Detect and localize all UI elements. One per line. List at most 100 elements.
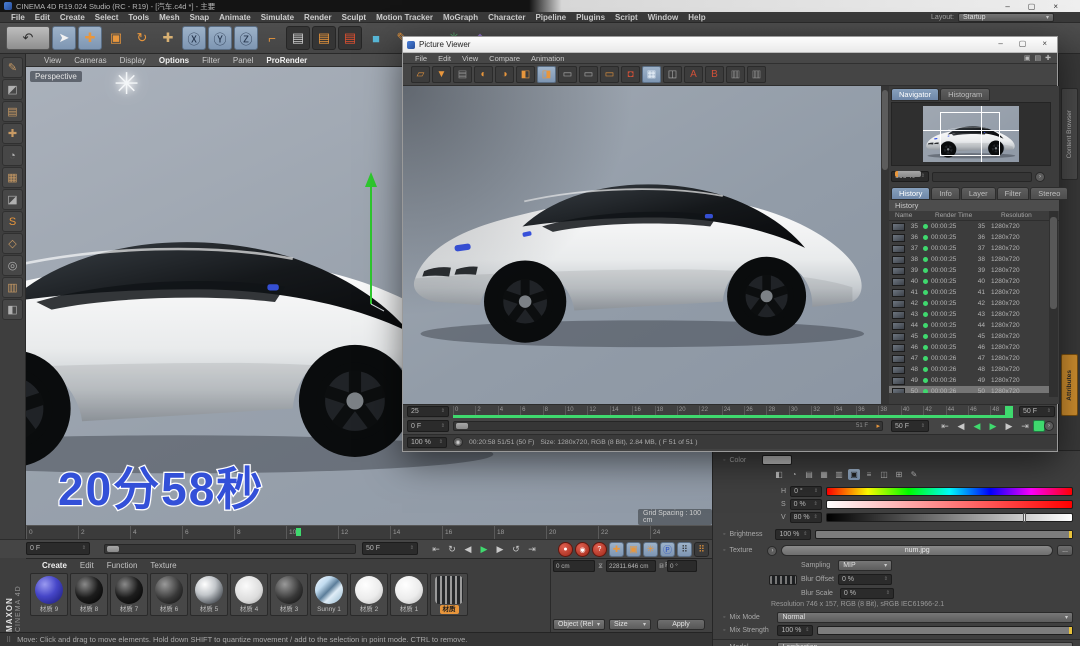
material-tile[interactable]: 材质 4 bbox=[230, 573, 268, 616]
mix-mode-dropdown[interactable]: Normal▾ bbox=[777, 612, 1073, 623]
pv-menu-item[interactable]: Edit bbox=[438, 54, 451, 63]
keyframe-button[interactable]: ⠿ bbox=[677, 542, 692, 557]
scrollbar-thumb[interactable] bbox=[882, 90, 888, 170]
pv-toolbar-icon[interactable]: ▭ bbox=[600, 66, 619, 83]
stepper-icon[interactable]: ⇕ bbox=[441, 406, 445, 417]
texture-file-button[interactable]: num.jpg bbox=[781, 545, 1053, 556]
menu-item[interactable]: File bbox=[6, 13, 30, 22]
history-row[interactable]: 46 00:00:25 46 1280x720 bbox=[889, 342, 1049, 353]
palette-icon[interactable]: ▦ bbox=[2, 167, 23, 188]
brightness-field[interactable]: 100 %⇕ bbox=[775, 529, 811, 540]
rendered-image-view[interactable] bbox=[403, 86, 881, 404]
pv-scrubber-handle[interactable] bbox=[456, 423, 468, 429]
viewport-menu-item[interactable]: Panel bbox=[233, 56, 253, 65]
pv-toolbar-icon[interactable]: ▥ bbox=[747, 66, 766, 83]
history-row[interactable]: 41 00:00:25 41 1280x720 bbox=[889, 287, 1049, 298]
material-tile[interactable]: 材质 8 bbox=[70, 573, 108, 616]
content-browser-tab[interactable]: Content Browser bbox=[1061, 88, 1078, 180]
toolbar-icon[interactable]: Ⓩ bbox=[234, 26, 258, 50]
history-scrollbar[interactable] bbox=[1049, 211, 1058, 397]
scrubber-handle[interactable] bbox=[107, 546, 119, 552]
brightness-slider[interactable] bbox=[815, 530, 1073, 539]
history-row[interactable]: 47 00:00:26 47 1280x720 bbox=[889, 353, 1049, 364]
playback-button[interactable]: ↺ bbox=[508, 542, 524, 557]
pv-end-frame-field[interactable]: 50 F⇕ bbox=[1019, 406, 1055, 417]
pv-total-frame-field[interactable]: 50 F⇕ bbox=[891, 420, 929, 432]
stepper-icon[interactable]: ⇕ bbox=[439, 437, 443, 448]
stepper-icon[interactable]: ⇕ bbox=[410, 543, 414, 554]
info-tab[interactable]: Stereo bbox=[1030, 187, 1068, 200]
playback-button[interactable]: ▶ bbox=[492, 542, 508, 557]
stepper-icon[interactable]: ⇕ bbox=[921, 171, 925, 182]
blur-scale-field[interactable]: 0 %⇕ bbox=[840, 588, 894, 599]
viewport-menu-item[interactable]: Options bbox=[159, 56, 189, 65]
pv-close-button[interactable]: × bbox=[1042, 39, 1047, 48]
palette-icon[interactable]: ▥ bbox=[2, 277, 23, 298]
hue-slider[interactable] bbox=[826, 487, 1073, 496]
pv-toolbar-icon[interactable]: ▦ bbox=[642, 66, 661, 83]
color-mode-icon[interactable]: ▥ bbox=[833, 469, 845, 480]
color-mode-icon[interactable]: ≡ bbox=[863, 469, 875, 480]
stepper-icon[interactable]: ⇕ bbox=[921, 421, 925, 432]
history-row[interactable]: 45 00:00:25 45 1280x720 bbox=[889, 331, 1049, 342]
playback-button[interactable]: ↻ bbox=[444, 542, 460, 557]
keyframe-button[interactable]: ⠿ bbox=[694, 542, 709, 557]
menu-item[interactable]: Edit bbox=[30, 13, 55, 22]
color-swatch[interactable] bbox=[762, 455, 792, 465]
keyframe-button[interactable]: ◉ bbox=[575, 542, 590, 557]
pv-toolbar-icon[interactable]: ▼ bbox=[432, 66, 451, 83]
palette-icon[interactable]: ◇ bbox=[2, 233, 23, 254]
pv-maximize-button[interactable]: ▢ bbox=[1019, 39, 1027, 48]
keyframe-button[interactable]: Ⓟ bbox=[660, 542, 675, 557]
material-tile[interactable]: Sunny 1 bbox=[310, 573, 348, 616]
stepper-icon[interactable]: ⇕ bbox=[1047, 406, 1051, 417]
pv-playback-button[interactable]: ◀ bbox=[953, 419, 969, 434]
attributes-tab[interactable]: Attributes bbox=[1061, 354, 1078, 416]
pv-playback-button[interactable]: ▶ bbox=[985, 419, 1001, 434]
menu-item[interactable]: Motion Tracker bbox=[371, 13, 438, 22]
size-mode-dropdown[interactable]: Size▾ bbox=[609, 619, 651, 630]
orange-arrow-icon[interactable]: ▸ bbox=[876, 422, 880, 430]
zoom-slider-handle[interactable] bbox=[895, 171, 921, 177]
toolbar-icon[interactable]: ✚ bbox=[156, 26, 180, 50]
pv-toolbar-icon[interactable]: ▥ bbox=[726, 66, 745, 83]
pv-toolbar-icon[interactable]: ◫ bbox=[663, 66, 682, 83]
material-tile[interactable]: 材质 3 bbox=[270, 573, 308, 616]
pv-scrubber[interactable]: 51 F ▸ bbox=[453, 421, 883, 431]
menu-item[interactable]: Window bbox=[643, 13, 684, 22]
pv-corner-icon[interactable]: ▣ bbox=[1024, 54, 1031, 62]
timeline-ruler[interactable]: 024681012141618202224 bbox=[26, 525, 712, 539]
pv-toolbar-icon[interactable]: ◐ bbox=[474, 66, 493, 83]
keyframe-button[interactable]: ? bbox=[592, 542, 607, 557]
pv-toolbar-icon[interactable]: A bbox=[684, 66, 703, 83]
keyframe-button[interactable]: ● bbox=[558, 542, 573, 557]
toggle-icon[interactable]: ◦ bbox=[723, 614, 725, 621]
texture-browse-button[interactable]: ... bbox=[1057, 545, 1073, 556]
texture-options-icon[interactable]: › bbox=[767, 546, 777, 556]
scrollbar-thumb[interactable] bbox=[1050, 217, 1057, 309]
hue-field[interactable]: 0 °⇕ bbox=[790, 486, 822, 497]
stepper-icon[interactable]: ⇕ bbox=[82, 543, 86, 554]
history-row[interactable]: 44 00:00:25 44 1280x720 bbox=[889, 320, 1049, 331]
pv-toolbar-icon[interactable]: ◧ bbox=[516, 66, 535, 83]
menu-item[interactable]: Mesh bbox=[154, 13, 184, 22]
toolbar-icon[interactable]: ➤ bbox=[52, 26, 76, 50]
info-tab[interactable]: Filter bbox=[997, 187, 1030, 200]
history-row[interactable]: 39 00:00:25 39 1280x720 bbox=[889, 265, 1049, 276]
color-mode-icon[interactable]: ◧ bbox=[773, 469, 785, 480]
stepper-icon[interactable]: ⇕ bbox=[441, 421, 445, 432]
end-frame-field[interactable]: 50 F⇕ bbox=[362, 542, 418, 555]
history-row[interactable]: 35 00:00:25 35 1280x720 bbox=[889, 221, 1049, 232]
mix-strength-slider[interactable] bbox=[817, 626, 1073, 635]
pv-corner-icon[interactable]: ✚ bbox=[1045, 54, 1051, 62]
material-menu-item[interactable]: Edit bbox=[80, 561, 94, 570]
pv-toolbar-icon[interactable]: ▭ bbox=[558, 66, 577, 83]
pv-playback-button[interactable]: ⇤ bbox=[937, 419, 953, 434]
color-mode-icon[interactable]: ◫ bbox=[878, 469, 890, 480]
menu-item[interactable]: Character bbox=[483, 13, 530, 22]
value-field[interactable]: 80 %⇕ bbox=[790, 512, 822, 523]
keyframe-button[interactable]: ✚ bbox=[609, 542, 624, 557]
toolbar-icon[interactable]: ▤ bbox=[338, 26, 362, 50]
pv-toolbar-icon[interactable]: ◑ bbox=[495, 66, 514, 83]
toolbar-icon[interactable]: ▤ bbox=[312, 26, 336, 50]
